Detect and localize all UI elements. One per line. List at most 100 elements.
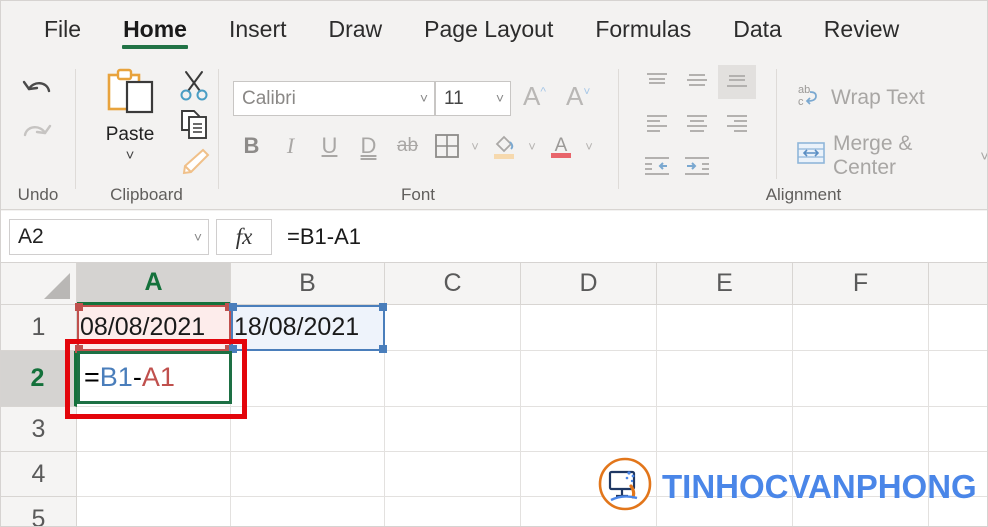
cell-e1[interactable] xyxy=(657,305,793,351)
cell-a3[interactable] xyxy=(77,407,231,452)
column-header-b[interactable]: B xyxy=(231,263,385,305)
double-underline-button[interactable]: D xyxy=(349,127,388,165)
tab-draw[interactable]: Draw xyxy=(308,1,404,57)
cell-a5[interactable] xyxy=(77,497,231,526)
merge-center-button[interactable]: Merge & Center ˅ xyxy=(796,132,987,180)
decrease-indent-button[interactable] xyxy=(638,149,676,183)
cell-b3[interactable] xyxy=(231,407,385,452)
tab-page-layout[interactable]: Page Layout xyxy=(403,1,574,57)
font-size-chevron-down-icon[interactable]: ˅ xyxy=(496,82,504,115)
column-header-c[interactable]: C xyxy=(385,263,521,305)
formula-input[interactable]: =B1-A1 xyxy=(279,218,981,255)
cell-a1-value: 08/08/2021 xyxy=(80,313,206,341)
caret-down-icon: ˅ xyxy=(583,84,591,99)
cell-b5[interactable] xyxy=(231,497,385,526)
copy-icon[interactable] xyxy=(177,107,211,146)
cell-f3[interactable] xyxy=(793,407,929,452)
column-header-g[interactable] xyxy=(929,263,987,305)
decrease-font-size-label: A xyxy=(566,81,584,111)
tab-home[interactable]: Home xyxy=(102,1,208,57)
row-header-1[interactable]: 1 xyxy=(1,305,77,351)
font-color-chevron-down-icon[interactable]: ˅ xyxy=(580,139,598,154)
cell-e3[interactable] xyxy=(657,407,793,452)
cell-c1[interactable] xyxy=(385,305,521,351)
merge-cells-icon xyxy=(796,140,826,172)
group-label-clipboard: Clipboard xyxy=(110,185,183,204)
format-painter-icon[interactable] xyxy=(177,147,211,182)
cell-b4[interactable] xyxy=(231,452,385,497)
merge-center-chevron-down-icon[interactable]: ˅ xyxy=(980,148,987,165)
name-box-chevron-down-icon[interactable]: ˅ xyxy=(194,220,202,254)
row-header-2[interactable]: 2 xyxy=(1,351,77,407)
fill-color-icon[interactable] xyxy=(484,127,523,165)
name-box[interactable]: A2 ˅ xyxy=(9,218,209,255)
cell-a4[interactable] xyxy=(77,452,231,497)
cell-g3[interactable] xyxy=(929,407,987,452)
cell-c3[interactable] xyxy=(385,407,521,452)
cell-b1[interactable]: 18/08/2021 xyxy=(231,305,385,351)
column-header-c-label: C xyxy=(443,269,462,297)
active-cell-editor[interactable]: = B1- A1 xyxy=(77,351,232,404)
cell-f1[interactable] xyxy=(793,305,929,351)
tab-review[interactable]: Review xyxy=(803,1,920,57)
tab-data[interactable]: Data xyxy=(712,1,803,57)
decrease-font-size-button[interactable]: A˅ xyxy=(566,81,590,112)
column-header-e[interactable]: E xyxy=(657,263,793,305)
cell-d2[interactable] xyxy=(521,351,657,407)
column-header-d[interactable]: D xyxy=(521,263,657,305)
increase-indent-button[interactable] xyxy=(678,149,716,183)
strikethrough-button[interactable]: ab xyxy=(388,127,427,165)
font-format-row: B I U D ab ˅ ˅ A ˅ xyxy=(232,127,598,165)
cell-c4[interactable] xyxy=(385,452,521,497)
borders-icon[interactable] xyxy=(427,127,466,165)
cell-c5[interactable] xyxy=(385,497,521,526)
cell-a1[interactable]: 08/08/2021 xyxy=(77,305,231,351)
paste-chevron-down-icon[interactable]: ˅ xyxy=(93,147,167,164)
cell-d1[interactable] xyxy=(521,305,657,351)
font-size-combobox[interactable]: 11 ˅ xyxy=(435,81,511,116)
font-name-chevron-down-icon[interactable]: ˅ xyxy=(420,82,428,115)
column-header-f[interactable]: F xyxy=(793,263,929,305)
bold-button[interactable]: B xyxy=(232,127,271,165)
italic-button[interactable]: I xyxy=(271,127,310,165)
underline-button[interactable]: U xyxy=(310,127,349,165)
column-header-a[interactable]: A xyxy=(77,263,231,305)
align-left-button[interactable] xyxy=(638,107,676,141)
select-all-corner[interactable] xyxy=(1,263,77,305)
italic-label: I xyxy=(286,133,295,158)
tab-formulas[interactable]: Formulas xyxy=(574,1,712,57)
cell-d3[interactable] xyxy=(521,407,657,452)
align-top-button[interactable] xyxy=(638,65,676,99)
align-right-button[interactable] xyxy=(718,107,756,141)
merge-center-label: Merge & Center xyxy=(833,132,913,179)
undo-arrow-icon[interactable] xyxy=(19,75,55,115)
scissors-icon[interactable] xyxy=(177,69,211,108)
borders-chevron-down-icon[interactable]: ˅ xyxy=(466,139,484,154)
cell-b2[interactable] xyxy=(231,351,385,407)
align-center-button[interactable] xyxy=(678,107,716,141)
tab-file[interactable]: File xyxy=(23,1,102,57)
cell-c2[interactable] xyxy=(385,351,521,407)
watermark: TINHOCVANPHONG xyxy=(597,456,977,517)
paste-button[interactable]: Paste ˅ xyxy=(93,67,167,164)
row-header-3[interactable]: 3 xyxy=(1,407,77,452)
group-label-font: Font xyxy=(400,185,436,204)
align-bottom-button[interactable] xyxy=(718,65,756,99)
cell-g2[interactable] xyxy=(929,351,987,407)
fill-color-chevron-down-icon[interactable]: ˅ xyxy=(523,139,541,154)
insert-function-button[interactable]: fx xyxy=(216,218,272,255)
cell-f2[interactable] xyxy=(793,351,929,407)
redo-arrow-icon[interactable] xyxy=(19,119,55,159)
cell-g1[interactable] xyxy=(929,305,987,351)
ribbon-group-alignment: ab c Wrap Text Merge & Center ˅ xyxy=(618,57,987,210)
paste-label: Paste xyxy=(105,124,155,145)
wrap-text-button[interactable]: ab c Wrap Text xyxy=(796,81,925,115)
increase-font-size-button[interactable]: A^ xyxy=(523,81,546,112)
cell-e2[interactable] xyxy=(657,351,793,407)
tab-insert[interactable]: Insert xyxy=(208,1,308,57)
row-header-5[interactable]: 5 xyxy=(1,497,77,526)
align-middle-button[interactable] xyxy=(678,65,716,99)
font-color-icon[interactable]: A xyxy=(541,127,580,165)
font-name-combobox[interactable]: Calibri ˅ xyxy=(233,81,435,116)
row-header-4[interactable]: 4 xyxy=(1,452,77,497)
